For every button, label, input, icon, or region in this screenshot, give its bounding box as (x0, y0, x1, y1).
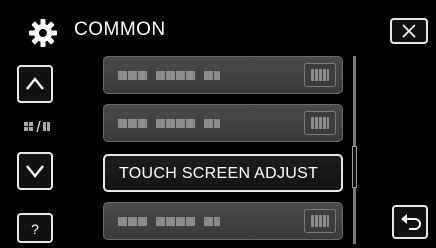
menu-item-2[interactable] (103, 104, 343, 142)
menu-item-touch-screen-adjust[interactable]: TOUCH SCREEN ADJUST (103, 154, 343, 192)
menu-screen: COMMON ? TOUCH SCREEN ADJUST (0, 0, 436, 248)
menu-item-4[interactable] (103, 202, 343, 240)
close-icon (402, 24, 416, 38)
page-title: COMMON (74, 19, 166, 40)
scroll-down-button[interactable] (17, 152, 53, 190)
chevron-up-icon (26, 77, 44, 90)
menu-item-1[interactable] (103, 56, 343, 94)
gear-icon (29, 19, 57, 47)
scroll-up-button[interactable] (17, 65, 53, 103)
scrollbar-thumb[interactable] (352, 146, 357, 188)
menu-item-label: TOUCH SCREEN ADJUST (119, 165, 319, 182)
setting-value-box (304, 209, 336, 233)
placeholder-text (118, 71, 221, 89)
help-label: ? (31, 221, 39, 237)
close-button[interactable] (390, 18, 428, 44)
placeholder-text (118, 119, 221, 137)
mode-switch-icon[interactable] (24, 120, 52, 134)
chevron-down-icon (26, 165, 44, 178)
help-button[interactable]: ? (17, 213, 53, 243)
return-arrow-icon (401, 214, 421, 230)
placeholder-text (118, 217, 221, 235)
return-button[interactable] (392, 205, 428, 239)
setting-value-box (304, 63, 336, 87)
setting-value-box (304, 111, 336, 135)
